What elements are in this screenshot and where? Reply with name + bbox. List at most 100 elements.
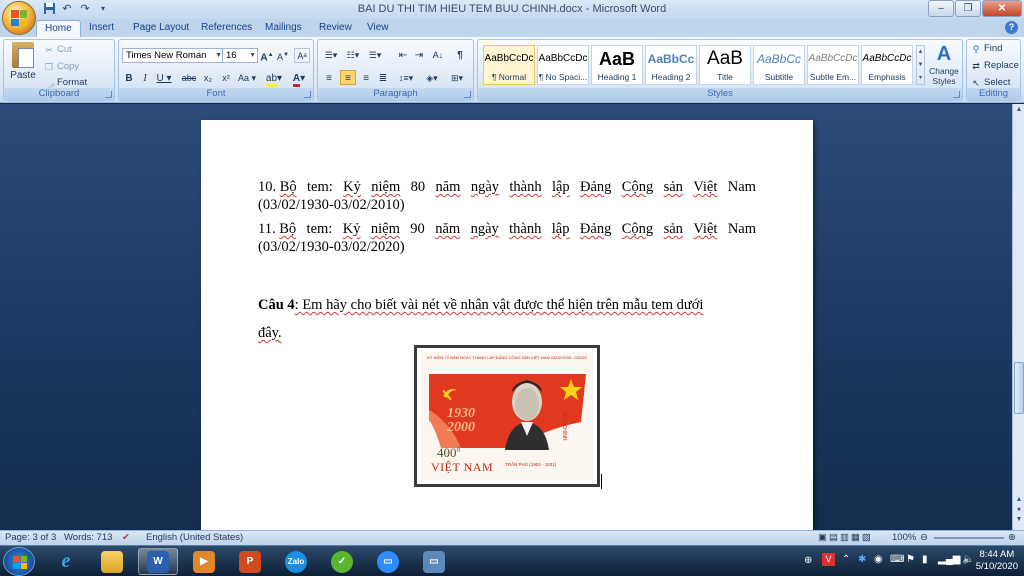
close-button[interactable]: ✕: [982, 0, 1022, 17]
coccoc-taskbar[interactable]: ✓: [322, 548, 362, 575]
proofing-icon[interactable]: ✔: [122, 532, 130, 543]
decrease-indent-button[interactable]: ⇤: [396, 48, 410, 63]
network-app-taskbar[interactable]: ▭: [414, 548, 454, 575]
multilevel-list-button[interactable]: ☰▾: [365, 48, 385, 63]
redo-icon[interactable]: ↷: [78, 2, 92, 16]
grow-font-button[interactable]: A▲: [260, 48, 274, 63]
view-buttons[interactable]: ▣▤▥▦▧: [818, 532, 873, 543]
styles-scroll[interactable]: ▲ ▼ ▾: [916, 45, 925, 85]
font-name-combo[interactable]: Times New Roman ▼: [122, 48, 224, 63]
subscript-button[interactable]: x₂: [201, 71, 215, 86]
start-button[interactable]: [3, 547, 35, 576]
unikey-icon[interactable]: V: [822, 553, 835, 566]
customize-qat-icon[interactable]: ▾: [96, 2, 110, 16]
tray-app-icon[interactable]: ◉: [874, 554, 883, 565]
save-icon[interactable]: [42, 2, 56, 16]
styles-launcher-icon[interactable]: [953, 91, 960, 98]
font-color-button[interactable]: A▾: [289, 71, 309, 87]
style-emphasis[interactable]: AaBbCcDc Emphasis: [861, 45, 913, 85]
minimize-button[interactable]: –: [928, 0, 954, 17]
italic-button[interactable]: I: [139, 71, 151, 86]
strikethrough-button[interactable]: abc: [181, 71, 197, 86]
font-size-combo[interactable]: 16 ▼: [222, 48, 258, 63]
action-center-icon[interactable]: ⚑: [906, 554, 915, 565]
chevron-down-icon[interactable]: ▼: [249, 49, 256, 62]
tab-view[interactable]: View: [367, 22, 389, 33]
chevron-down-icon[interactable]: ▼: [215, 49, 222, 62]
align-left-button[interactable]: ≡: [322, 71, 336, 86]
copy-button[interactable]: ❐ Copy: [44, 61, 79, 72]
network-icon[interactable]: ▂▄▆: [938, 554, 960, 565]
help-icon[interactable]: ?: [1005, 21, 1018, 34]
zoom-slider[interactable]: [934, 537, 1004, 539]
style-no-spacing[interactable]: AaBbCcDc ¶ No Spaci...: [537, 45, 589, 85]
cut-button[interactable]: ✂ Cut: [44, 44, 72, 55]
volume-icon[interactable]: 🔈: [962, 554, 974, 565]
word-taskbar[interactable]: W: [138, 548, 178, 575]
increase-indent-button[interactable]: ⇥: [412, 48, 426, 63]
stamp-image[interactable]: KỶ NIỆM 70 NĂM NGÀY THÀNH LẬP ĐẢNG CỘNG …: [414, 345, 600, 487]
powerpoint-taskbar[interactable]: P: [230, 548, 270, 575]
bold-button[interactable]: B: [123, 71, 135, 86]
change-styles-button[interactable]: A Change Styles: [927, 42, 961, 88]
zalo-taskbar[interactable]: Zalo: [276, 548, 316, 575]
vertical-scrollbar[interactable]: ▲ ▲ ● ▼: [1012, 104, 1024, 530]
change-case-button[interactable]: Aa ▾: [237, 71, 257, 86]
tab-insert[interactable]: Insert: [89, 22, 114, 33]
paragraph-launcher-icon[interactable]: [464, 91, 471, 98]
clear-formatting-button[interactable]: Aᵃ: [294, 48, 310, 63]
file-explorer-taskbar[interactable]: [92, 548, 132, 575]
numbering-button[interactable]: ☷▾: [343, 48, 363, 63]
clipboard-launcher-icon[interactable]: [105, 91, 112, 98]
clock[interactable]: 8:44 AM 5/10/2020: [976, 549, 1018, 573]
zoom-out-icon[interactable]: ⊖: [920, 532, 928, 543]
superscript-button[interactable]: x²: [219, 71, 233, 86]
language-indicator[interactable]: English (United States): [146, 532, 243, 543]
style-normal[interactable]: AaBbCcDc ¶ Normal: [483, 45, 535, 85]
zoom-level[interactable]: 100%: [892, 532, 916, 543]
restore-button[interactable]: ❐: [955, 0, 981, 17]
shrink-font-button[interactable]: A▼: [276, 48, 290, 63]
style-subtitle[interactable]: AaBbCc Subtitle: [753, 45, 805, 85]
word-count[interactable]: Words: 713: [64, 532, 112, 543]
show-marks-button[interactable]: ¶: [453, 48, 467, 63]
tab-home[interactable]: Home: [36, 20, 81, 38]
style-heading-2[interactable]: AaBbCc Heading 2: [645, 45, 697, 85]
align-right-button[interactable]: ≡: [359, 71, 373, 86]
scroll-up-icon[interactable]: ▲: [1014, 106, 1024, 117]
battery-icon[interactable]: ▮: [922, 554, 928, 565]
document-page[interactable]: 10. Bộ tem: Kỷ niệm 80 năm ngày thành lập Đảng Cộn…: [201, 120, 813, 540]
borders-button[interactable]: ⊞▾: [446, 71, 468, 86]
zoom-taskbar[interactable]: ▭: [368, 548, 408, 575]
replace-button[interactable]: ⇄ Replace: [971, 60, 1019, 71]
style-subtle-emphasis[interactable]: AaBbCcDc Subtle Em...: [807, 45, 859, 85]
undo-icon[interactable]: ↶: [60, 2, 74, 16]
office-button[interactable]: [2, 1, 36, 35]
page-down-icon[interactable]: ▼: [1014, 516, 1024, 527]
select-button[interactable]: ↖ Select: [971, 77, 1010, 88]
line-spacing-button[interactable]: ↕≡▾: [396, 71, 416, 86]
tab-references[interactable]: References: [201, 22, 252, 33]
internet-explorer-taskbar[interactable]: e: [46, 548, 86, 575]
align-center-button[interactable]: ≡: [340, 70, 356, 85]
tray-icon[interactable]: ⊕: [804, 555, 812, 566]
style-title[interactable]: AaB Title: [699, 45, 751, 85]
page-count[interactable]: Page: 3 of 3: [5, 532, 56, 543]
tab-review[interactable]: Review: [319, 22, 352, 33]
media-player-taskbar[interactable]: ▶: [184, 548, 224, 575]
tab-mailings[interactable]: Mailings: [265, 22, 302, 33]
find-button[interactable]: ⚲ Find: [971, 43, 1003, 54]
bluetooth-icon[interactable]: ✱: [858, 554, 866, 565]
underline-button[interactable]: U ▾: [155, 71, 173, 86]
justify-button[interactable]: ≣: [376, 71, 390, 86]
shading-button[interactable]: ◈▾: [422, 71, 442, 86]
highlight-button[interactable]: ab▾: [263, 71, 285, 87]
tab-page-layout[interactable]: Page Layout: [133, 22, 189, 33]
style-heading-1[interactable]: AaB Heading 1: [591, 45, 643, 85]
zoom-in-icon[interactable]: ⊕: [1008, 532, 1016, 543]
keyboard-icon[interactable]: ⌨: [890, 554, 904, 565]
font-launcher-icon[interactable]: [304, 91, 311, 98]
paste-button[interactable]: Paste: [8, 42, 38, 88]
scroll-thumb[interactable]: [1014, 362, 1024, 414]
bullets-button[interactable]: ☰▾: [321, 48, 341, 63]
